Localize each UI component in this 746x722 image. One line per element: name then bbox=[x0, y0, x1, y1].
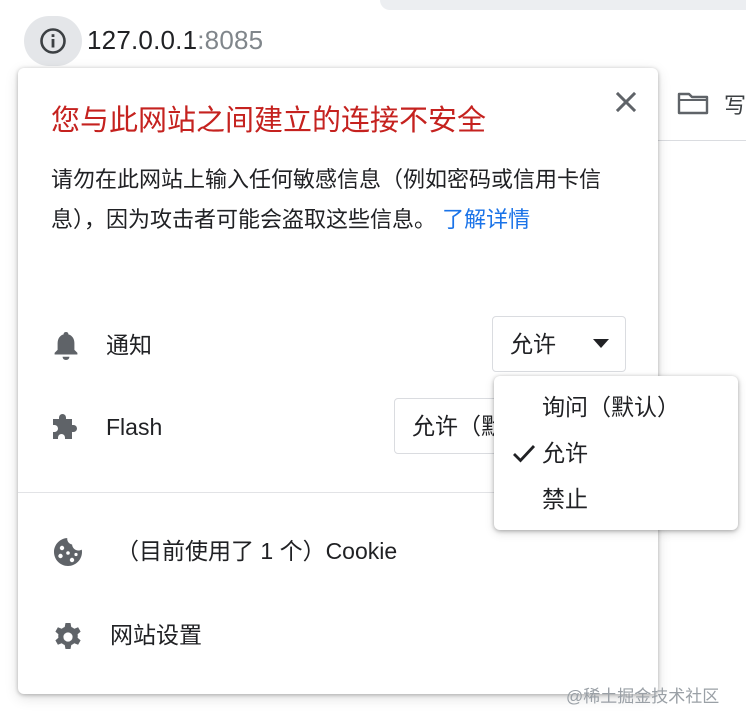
notifications-permission-value: 允许 bbox=[510, 331, 556, 357]
cookie-icon bbox=[54, 538, 82, 566]
bookmark-item-label[interactable]: 写 bbox=[724, 88, 746, 120]
bell-icon bbox=[54, 332, 78, 360]
folder-icon[interactable] bbox=[676, 88, 710, 118]
info-icon bbox=[40, 28, 66, 54]
puzzle-icon bbox=[53, 414, 77, 439]
url-host: 127.0.0.1 bbox=[87, 25, 198, 55]
cookies-usage-link[interactable]: （目前使用了 1 个）Cookie bbox=[116, 536, 397, 566]
permission-dropdown-menu: 询问（默认） 允许 禁止 bbox=[494, 376, 738, 530]
gear-icon bbox=[55, 623, 81, 649]
address-bar-url[interactable]: 127.0.0.1:8085 bbox=[87, 22, 263, 58]
close-icon[interactable] bbox=[612, 88, 640, 116]
learn-more-link[interactable]: 了解详情 bbox=[442, 207, 530, 232]
flash-label: Flash bbox=[106, 414, 163, 440]
url-port: :8085 bbox=[197, 25, 264, 55]
dropdown-option-allow[interactable]: 允许 bbox=[542, 438, 588, 468]
site-settings-link[interactable]: 网站设置 bbox=[110, 620, 202, 650]
site-info-button[interactable] bbox=[24, 16, 82, 66]
connection-warning-title: 您与此网站之间建立的连接不安全 bbox=[51, 105, 487, 137]
tab-strip-edge bbox=[380, 0, 746, 10]
connection-warning-description: 请勿在此网站上输入任何敏感信息（例如密码或信用卡信息），因为攻击者可能会盗取这些… bbox=[51, 160, 631, 240]
dropdown-option-block[interactable]: 禁止 bbox=[542, 484, 588, 514]
checkmark-icon bbox=[513, 445, 536, 463]
chevron-down-icon bbox=[593, 339, 609, 348]
bookmarks-bar-border bbox=[658, 140, 746, 141]
notifications-label: 通知 bbox=[106, 332, 152, 358]
dropdown-option-ask[interactable]: 询问（默认） bbox=[542, 392, 680, 422]
notifications-permission-select[interactable]: 允许 bbox=[492, 316, 626, 372]
watermark: @稀土掘金技术社区 bbox=[566, 687, 720, 706]
